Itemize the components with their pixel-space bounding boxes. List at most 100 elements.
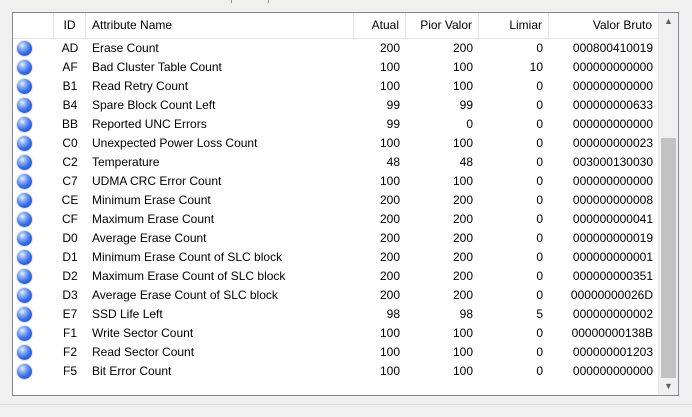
table-row[interactable]: D3 Average Erase Count of SLC block 200 200…: [13, 286, 659, 305]
table-row[interactable]: F1 Write Sector Count 100 100 0 00000000138B: [13, 324, 659, 343]
column-header-current[interactable]: Atual: [354, 13, 406, 38]
cell-raw-value: 000000000000: [572, 79, 653, 93]
table-row[interactable]: AD Erase Count 200 200 0 000800410019: [13, 39, 659, 58]
cell-current: 100: [379, 345, 400, 359]
column-header-raw-value[interactable]: Valor Bruto: [549, 13, 659, 38]
cell-raw-value: 000800410019: [572, 41, 653, 55]
cell-worst: 200: [452, 288, 473, 302]
cell-worst: 200: [452, 250, 473, 264]
cell-raw-value: 003000130030: [572, 155, 653, 169]
table-row[interactable]: C7 UDMA CRC Error Count 100 100 0 00000000000…: [13, 172, 659, 191]
cell-raw-value: 000000000023: [572, 136, 653, 150]
column-header-worst[interactable]: Pior Valor: [406, 13, 479, 38]
cell-attribute-name: Bit Error Count: [92, 364, 172, 378]
cell-worst: 100: [452, 174, 473, 188]
column-header-threshold[interactable]: Limiar: [479, 13, 549, 38]
cell-threshold: 0: [536, 98, 543, 112]
blue-ball-icon: [17, 212, 32, 227]
cell-worst: 99: [459, 98, 473, 112]
blue-ball-icon: [17, 326, 32, 341]
blue-ball-icon: [17, 193, 32, 208]
cell-raw-value: 000000000000: [572, 117, 653, 131]
cell-attribute-name: Read Retry Count: [92, 79, 189, 93]
blue-ball-icon: [17, 269, 32, 284]
smart-attributes-list[interactable]: ID Attribute Name Atual Pior Valor Limia…: [12, 12, 679, 396]
vertical-scrollbar[interactable]: ▲ ▼: [658, 13, 678, 395]
scroll-down-button[interactable]: ▼: [659, 378, 678, 395]
cell-attribute-name: Read Sector Count: [92, 345, 195, 359]
table-row[interactable]: C0 Unexpected Power Loss Count 100 100 0 0000…: [13, 134, 659, 153]
cell-id: BB: [61, 117, 78, 131]
table-row[interactable]: B1 Read Retry Count 100 100 0 000000000000: [13, 77, 659, 96]
cell-raw-value: 000000000019: [572, 231, 653, 245]
table-row[interactable]: AF Bad Cluster Table Count 100 100 10 0000000…: [13, 58, 659, 77]
cell-id: D1: [62, 250, 78, 264]
cell-current: 100: [379, 326, 400, 340]
cell-id: C2: [62, 155, 78, 169]
blue-ball-icon: [17, 345, 32, 360]
table-row[interactable]: E7 SSD Life Left 98 98 5 000000000002: [13, 305, 659, 324]
cell-current: 100: [379, 174, 400, 188]
cell-current: 100: [379, 60, 400, 74]
chevron-down-icon: ▼: [664, 381, 673, 391]
cell-id: F5: [62, 364, 77, 378]
cell-id: F1: [62, 326, 77, 340]
cell-id: B1: [62, 79, 78, 93]
table-row[interactable]: CE Minimum Erase Count 200 200 0 000000000008: [13, 191, 659, 210]
cell-raw-value: 000000001203: [572, 345, 653, 359]
cell-id: E7: [62, 307, 78, 321]
table-row[interactable]: D0 Average Erase Count 200 200 0 000000000019: [13, 229, 659, 248]
table-row[interactable]: BB Reported UNC Errors 99 0 0 000000000000: [13, 115, 659, 134]
cell-id: C7: [62, 174, 78, 188]
table-row[interactable]: C2 Temperature 48 48 0 003000130030: [13, 153, 659, 172]
cell-raw-value: 000000000008: [572, 193, 653, 207]
table-row[interactable]: CF Maximum Erase Count 200 200 0 000000000041: [13, 210, 659, 229]
cell-threshold: 0: [536, 174, 543, 188]
cell-worst: 0: [466, 117, 473, 131]
cell-threshold: 0: [536, 117, 543, 131]
cell-threshold: 0: [536, 288, 543, 302]
table-row[interactable]: B4 Spare Block Count Left 99 99 0 00000000063…: [13, 96, 659, 115]
table-row[interactable]: D1 Minimum Erase Count of SLC block 200 200…: [13, 248, 659, 267]
cell-worst: 200: [452, 41, 473, 55]
list-header: ID Attribute Name Atual Pior Valor Limia…: [13, 13, 659, 39]
cell-attribute-name: Average Erase Count of SLC block: [92, 288, 278, 302]
cell-current: 200: [379, 193, 400, 207]
table-row[interactable]: D2 Maximum Erase Count of SLC block 200 200…: [13, 267, 659, 286]
cell-worst: 100: [452, 79, 473, 93]
cell-threshold: 5: [536, 307, 543, 321]
table-row[interactable]: F2 Read Sector Count 100 100 0 000000001203: [13, 343, 659, 362]
scroll-up-button[interactable]: ▲: [659, 13, 678, 30]
cell-current: 48: [386, 155, 400, 169]
cell-threshold: 0: [536, 79, 543, 93]
cell-worst: 100: [452, 326, 473, 340]
cell-attribute-name: SSD Life Left: [92, 307, 163, 321]
blue-ball-icon: [17, 288, 32, 303]
cell-raw-value: 000000000002: [572, 307, 653, 321]
column-header-attribute-name[interactable]: Attribute Name: [86, 13, 354, 38]
cell-raw-value: 000000000633: [572, 98, 653, 112]
blue-ball-icon: [17, 79, 32, 94]
cell-attribute-name: Write Sector Count: [92, 326, 194, 340]
cell-current: 99: [386, 98, 400, 112]
cell-threshold: 0: [536, 250, 543, 264]
cell-attribute-name: Temperature: [92, 155, 160, 169]
cell-current: 100: [379, 364, 400, 378]
cell-raw-value: 00000000138B: [571, 326, 653, 340]
column-header-id[interactable]: ID: [54, 13, 86, 38]
cell-attribute-name: Bad Cluster Table Count: [92, 60, 222, 74]
cell-id: B4: [62, 98, 78, 112]
attribute-rows: AD Erase Count 200 200 0 000800410019 AF Bad Cl…: [13, 39, 659, 381]
cell-threshold: 0: [536, 136, 543, 150]
cell-attribute-name: UDMA CRC Error Count: [92, 174, 222, 188]
cell-worst: 98: [459, 307, 473, 321]
cell-id: AF: [62, 60, 78, 74]
cell-worst: 200: [452, 193, 473, 207]
cell-attribute-name: Maximum Erase Count: [92, 212, 215, 226]
scrollbar-thumb[interactable]: [661, 138, 676, 378]
cell-threshold: 0: [536, 269, 543, 283]
column-header-status[interactable]: [13, 13, 54, 38]
cell-current: 100: [379, 136, 400, 150]
cell-worst: 200: [452, 231, 473, 245]
table-row[interactable]: F5 Bit Error Count 100 100 0 000000000000: [13, 362, 659, 381]
